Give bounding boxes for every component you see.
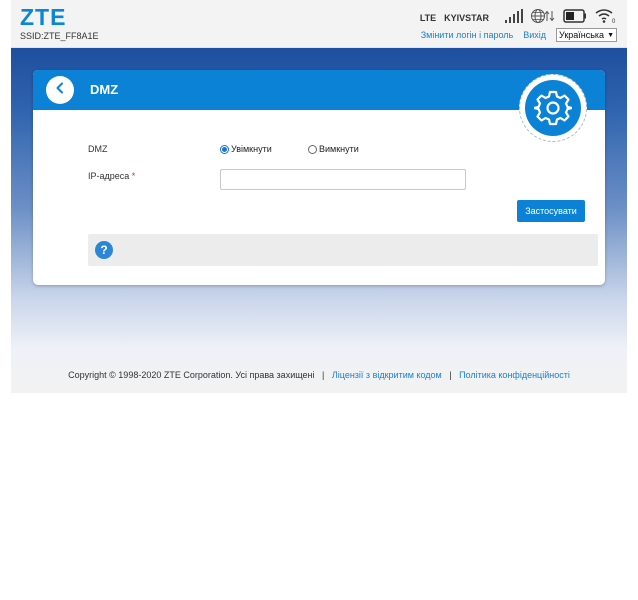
footer: Copyright © 1998-2020 ZTE Corporation. У…: [11, 370, 627, 380]
copyright-text: Copyright © 1998-2020 ZTE Corporation. У…: [68, 370, 315, 380]
radio-unchecked-icon[interactable]: [308, 144, 317, 154]
ip-label-text: IP-адреса: [88, 171, 130, 181]
internet-globe-icon: [531, 8, 555, 29]
wifi-icon: 0: [595, 8, 617, 29]
operator-name: KYIVSTAR: [444, 13, 489, 23]
ip-address-label: IP-адреса *: [88, 171, 135, 181]
dmz-enable-radio[interactable]: Увімкнути: [220, 144, 272, 154]
footer-separator: |: [322, 370, 325, 380]
open-source-licenses-link[interactable]: Ліцензії з відкритим кодом: [332, 370, 442, 380]
ssid-label: SSID:ZTE_FF8A1E: [20, 31, 99, 41]
help-bar: ?: [88, 234, 598, 266]
signal-strength-icon: [505, 8, 523, 28]
settings-badge: [519, 74, 587, 142]
dmz-label: DMZ: [88, 144, 108, 154]
ip-address-input[interactable]: [220, 169, 466, 190]
change-login-link[interactable]: Змінити логін і пароль: [421, 30, 514, 40]
network-type: LTE: [419, 13, 437, 23]
page-title: DMZ: [90, 82, 119, 97]
dmz-enable-label: Увімкнути: [231, 144, 272, 154]
dmz-disable-radio[interactable]: Вимкнути: [308, 144, 359, 154]
zte-logo[interactable]: ZTE: [20, 4, 66, 31]
chevron-left-icon: [54, 81, 66, 99]
top-header: ZTE SSID:ZTE_FF8A1E LTE KYIVSTAR 0 Зміни…: [11, 0, 627, 48]
language-select[interactable]: Українська ▼: [556, 28, 617, 42]
back-button[interactable]: [46, 76, 74, 104]
dmz-card: DMZ DMZ Увімкнути Вимкнути IP-адреса * З…: [33, 70, 605, 285]
gear-icon: [525, 80, 581, 136]
chevron-down-icon: ▼: [607, 31, 614, 39]
language-value: Українська: [559, 30, 605, 40]
apply-button[interactable]: Застосувати: [517, 200, 585, 222]
page: ZTE SSID:ZTE_FF8A1E LTE KYIVSTAR 0 Зміни…: [0, 0, 638, 600]
help-icon[interactable]: ?: [95, 241, 113, 259]
logout-link[interactable]: Вихід: [523, 30, 546, 40]
header-links: Змінити логін і пароль Вихід Українська …: [421, 28, 617, 42]
status-bar: LTE KYIVSTAR 0: [420, 8, 617, 28]
battery-icon: [563, 8, 587, 28]
required-mark: *: [131, 171, 136, 181]
dmz-disable-label: Вимкнути: [319, 144, 359, 154]
footer-separator: |: [449, 370, 452, 380]
radio-checked-icon[interactable]: [220, 144, 229, 154]
wifi-client-count: 0: [612, 19, 616, 24]
privacy-policy-link[interactable]: Політика конфіденційності: [459, 370, 570, 380]
